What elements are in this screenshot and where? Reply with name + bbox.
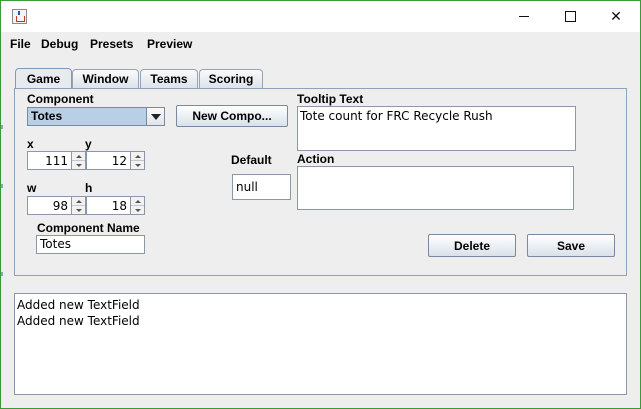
- x-spinner-value[interactable]: 111: [27, 151, 72, 170]
- y-spinner-arrows[interactable]: [130, 151, 145, 170]
- delete-button[interactable]: Delete: [428, 234, 516, 257]
- action-text-area[interactable]: [297, 166, 574, 210]
- tab-teams[interactable]: Teams: [140, 69, 198, 88]
- java-coffee-cup-icon[interactable]: [12, 9, 27, 24]
- window-edge-mark: [1, 272, 3, 276]
- h-spinner-value[interactable]: 18: [86, 196, 131, 215]
- action-label: Action: [297, 152, 335, 166]
- w-spinner-value[interactable]: 98: [27, 196, 72, 215]
- window-edge-mark: [1, 125, 3, 129]
- w-label: w: [27, 181, 37, 195]
- minimize-icon: [519, 16, 529, 17]
- log-line: Added new TextField: [17, 298, 140, 312]
- tab-label: Window: [82, 72, 129, 86]
- maximize-button[interactable]: [547, 1, 593, 32]
- close-icon: ✕: [610, 8, 622, 25]
- cup-shape: [16, 16, 25, 22]
- component-label: Component: [27, 92, 94, 106]
- y-label: y: [85, 137, 92, 151]
- component-dropdown-value: Totes: [31, 109, 63, 123]
- menu-preview[interactable]: Preview: [147, 37, 192, 51]
- new-component-button[interactable]: New Compo...: [176, 105, 288, 127]
- log-line: Added new TextField: [17, 314, 140, 328]
- menu-bar: File Debug Presets Preview: [1, 32, 640, 56]
- h-label: h: [85, 181, 93, 195]
- w-spinner-arrows[interactable]: [71, 196, 86, 215]
- save-button[interactable]: Save: [527, 234, 615, 257]
- spinner-down-icon[interactable]: [131, 161, 144, 169]
- chevron-down-icon: [150, 113, 161, 120]
- close-button[interactable]: ✕: [593, 1, 639, 32]
- component-name-field[interactable]: Totes: [36, 235, 145, 254]
- tab-scoring[interactable]: Scoring: [199, 69, 263, 88]
- tab-window[interactable]: Window: [72, 69, 139, 88]
- tooltip-text-label: Tooltip Text: [297, 92, 364, 106]
- spinner-down-icon[interactable]: [131, 206, 144, 214]
- spinner-down-icon[interactable]: [72, 161, 85, 169]
- dropdown-arrow-button[interactable]: [146, 108, 164, 125]
- window-edge-mark: [1, 184, 3, 188]
- tab-label: Scoring: [208, 72, 254, 86]
- menu-file[interactable]: File: [10, 37, 31, 51]
- application-window: ✕ File Debug Presets Preview Game Window…: [0, 0, 641, 409]
- spinner-up-icon[interactable]: [72, 152, 85, 161]
- tooltip-text-area[interactable]: Tote count for FRC Recycle Rush: [297, 106, 576, 151]
- default-label: Default: [231, 153, 272, 167]
- minimize-button[interactable]: [501, 1, 547, 32]
- default-field[interactable]: null: [232, 174, 291, 200]
- title-bar: ✕: [1, 1, 640, 32]
- spinner-up-icon[interactable]: [72, 197, 85, 206]
- tab-game[interactable]: Game: [15, 68, 72, 89]
- x-label: x: [27, 137, 34, 151]
- spinner-up-icon[interactable]: [131, 197, 144, 206]
- spinner-down-icon[interactable]: [72, 206, 85, 214]
- maximize-icon: [564, 11, 576, 22]
- menu-presets[interactable]: Presets: [90, 37, 133, 51]
- x-spinner-arrows[interactable]: [71, 151, 86, 170]
- component-dropdown[interactable]: Totes: [27, 107, 165, 126]
- tab-label: Teams: [150, 72, 188, 86]
- menu-debug[interactable]: Debug: [41, 37, 78, 51]
- steam-shape: [18, 11, 20, 15]
- component-name-label: Component Name: [37, 221, 140, 235]
- log-output-area[interactable]: Added new TextField Added new TextField: [14, 293, 627, 395]
- spinner-up-icon[interactable]: [131, 152, 144, 161]
- tab-label: Game: [26, 72, 61, 86]
- y-spinner-value[interactable]: 12: [86, 151, 131, 170]
- h-spinner-arrows[interactable]: [130, 196, 145, 215]
